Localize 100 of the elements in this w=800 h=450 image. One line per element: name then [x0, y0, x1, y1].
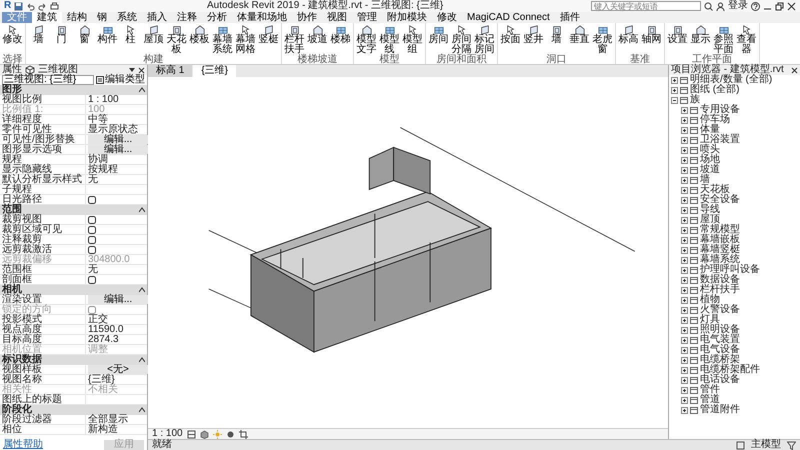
ribbon-tab[interactable]: 协作	[292, 12, 322, 23]
expand-icon[interactable]	[681, 136, 688, 144]
ribbon-button[interactable]: 房间分隔	[451, 25, 472, 55]
expand-icon[interactable]	[681, 346, 688, 354]
edit-button[interactable]: 编辑...	[88, 145, 148, 154]
ribbon-button[interactable]: 坡道	[307, 25, 328, 55]
tree-item[interactable]: 喷头	[700, 145, 720, 155]
ribbon-button[interactable]: 楼梯	[330, 25, 351, 55]
ribbon-button[interactable]: 显示	[690, 25, 711, 55]
redo-icon[interactable]	[38, 2, 48, 10]
ribbon-button[interactable]: 参照平面	[713, 25, 734, 55]
edit-button[interactable]: 编辑...	[88, 295, 148, 304]
tree-item[interactable]: 电气装置	[700, 335, 740, 345]
ribbon-button[interactable]: 模型组	[402, 25, 423, 55]
tree-item[interactable]: 坡道	[700, 165, 720, 175]
expand-icon[interactable]	[681, 276, 688, 284]
expand-icon[interactable]	[681, 376, 688, 384]
expand-icon[interactable]	[681, 256, 688, 264]
ribbon-button[interactable]: 模型文字	[356, 25, 377, 55]
expand-icon[interactable]	[681, 236, 688, 244]
ribbon-button[interactable]: 竖井	[523, 25, 544, 55]
restore-icon[interactable]	[775, 2, 784, 10]
close-icon[interactable]	[791, 66, 798, 74]
help-link[interactable]: 属性帮助	[3, 440, 43, 450]
ribbon-tab[interactable]: 附加模块	[382, 12, 432, 23]
ribbon-button[interactable]: 栏杆扶手	[284, 25, 305, 55]
collapse-icon[interactable]	[671, 96, 678, 104]
view-scale[interactable]: 1 : 100	[152, 429, 183, 439]
ribbon-button[interactable]: 墙	[28, 25, 49, 55]
tree-item[interactable]: 护理呼叫设备	[700, 265, 760, 275]
ribbon-button[interactable]: 房间	[428, 25, 449, 55]
expand-icon[interactable]	[681, 106, 688, 114]
ribbon-tab[interactable]: 插入	[142, 12, 172, 23]
ribbon-tab[interactable]: 管理	[352, 12, 382, 23]
collapse-icon[interactable]	[139, 287, 145, 293]
ribbon-button[interactable]: 幕墙网格	[235, 25, 256, 55]
view-tab[interactable]: {三维}	[193, 65, 236, 77]
ribbon-tab[interactable]: 视图	[322, 12, 352, 23]
app-logo[interactable]: R	[4, 1, 12, 11]
tree-item[interactable]: 图纸 (全部)	[690, 85, 740, 95]
detail-level-icon[interactable]	[186, 430, 196, 438]
ribbon-button[interactable]: 构件	[97, 25, 118, 55]
tree-item[interactable]: 族	[690, 95, 700, 105]
ribbon-tab[interactable]: 注释	[172, 12, 202, 23]
expand-icon[interactable]	[681, 206, 688, 214]
ribbon-button[interactable]: 门	[51, 25, 72, 55]
collapse-icon[interactable]	[139, 357, 145, 363]
caret-icon[interactable]	[129, 67, 135, 73]
view-tab[interactable]: 标高 1	[148, 65, 192, 77]
ribbon-tab[interactable]: 分析	[202, 12, 232, 23]
print-icon[interactable]	[50, 2, 60, 10]
ribbon-button[interactable]: 按面	[500, 25, 521, 55]
ribbon-button[interactable]: 标记房间	[474, 25, 495, 55]
tree-item[interactable]: 常规模型	[700, 225, 740, 235]
ribbon-button[interactable]: 窗	[74, 25, 95, 55]
expand-icon[interactable]	[671, 76, 678, 84]
ribbon-button[interactable]: 修改	[2, 25, 23, 55]
ribbon-tab[interactable]: 插件	[554, 12, 585, 23]
search-icon[interactable]	[704, 2, 713, 10]
tree-item[interactable]: 照明设备	[700, 325, 740, 335]
user-icon[interactable]	[716, 2, 725, 10]
worksets-icon[interactable]	[736, 440, 745, 450]
expand-icon[interactable]	[681, 196, 688, 204]
edit-button[interactable]: <无>	[88, 365, 148, 374]
tree-item[interactable]: 停车场	[700, 115, 730, 125]
expand-icon[interactable]	[681, 386, 688, 394]
ribbon-button[interactable]: 天花板	[166, 25, 187, 55]
sign-in-link[interactable]: 登录	[728, 0, 748, 12]
tree-item[interactable]: 幕墙系统	[700, 255, 740, 265]
expand-icon[interactable]	[681, 216, 688, 224]
expand-icon[interactable]	[681, 406, 688, 414]
expand-icon[interactable]	[681, 286, 688, 294]
ribbon-tab[interactable]: 系统	[112, 12, 142, 23]
search-field[interactable]: 键入关键字或短语	[591, 1, 701, 11]
ribbon-button[interactable]: 标高	[618, 25, 639, 55]
ribbon-button[interactable]: 设置	[667, 25, 688, 55]
ribbon-button[interactable]: 竖梃	[258, 25, 279, 55]
undo-icon[interactable]	[26, 2, 36, 10]
expand-icon[interactable]	[681, 126, 688, 134]
tree-item[interactable]: 卫浴装置	[700, 135, 740, 145]
close-icon[interactable]	[787, 2, 796, 10]
ribbon-button[interactable]: 幕墙系统	[212, 25, 233, 55]
expand-icon[interactable]	[681, 116, 688, 124]
checkbox[interactable]	[88, 276, 96, 284]
checkbox[interactable]	[88, 196, 96, 204]
ribbon-tab[interactable]: 修改	[432, 12, 462, 23]
tree-item[interactable]: 墙	[700, 175, 710, 185]
tree-item[interactable]: 体量	[700, 125, 720, 135]
ribbon-button[interactable]: 柱	[120, 25, 141, 55]
help-icon[interactable]	[751, 2, 760, 10]
tree-item[interactable]: 电缆桥架	[700, 355, 740, 365]
expand-icon[interactable]	[681, 316, 688, 324]
tree-item[interactable]: 火警设备	[700, 305, 740, 315]
crop-icon[interactable]	[238, 430, 248, 438]
tree-item[interactable]: 屋顶	[700, 215, 720, 225]
tree-item[interactable]: 管道	[700, 395, 720, 405]
expand-icon[interactable]	[681, 146, 688, 154]
expand-icon[interactable]	[681, 366, 688, 374]
ribbon-tab[interactable]: 建筑	[32, 12, 62, 23]
expand-icon[interactable]	[681, 166, 688, 174]
